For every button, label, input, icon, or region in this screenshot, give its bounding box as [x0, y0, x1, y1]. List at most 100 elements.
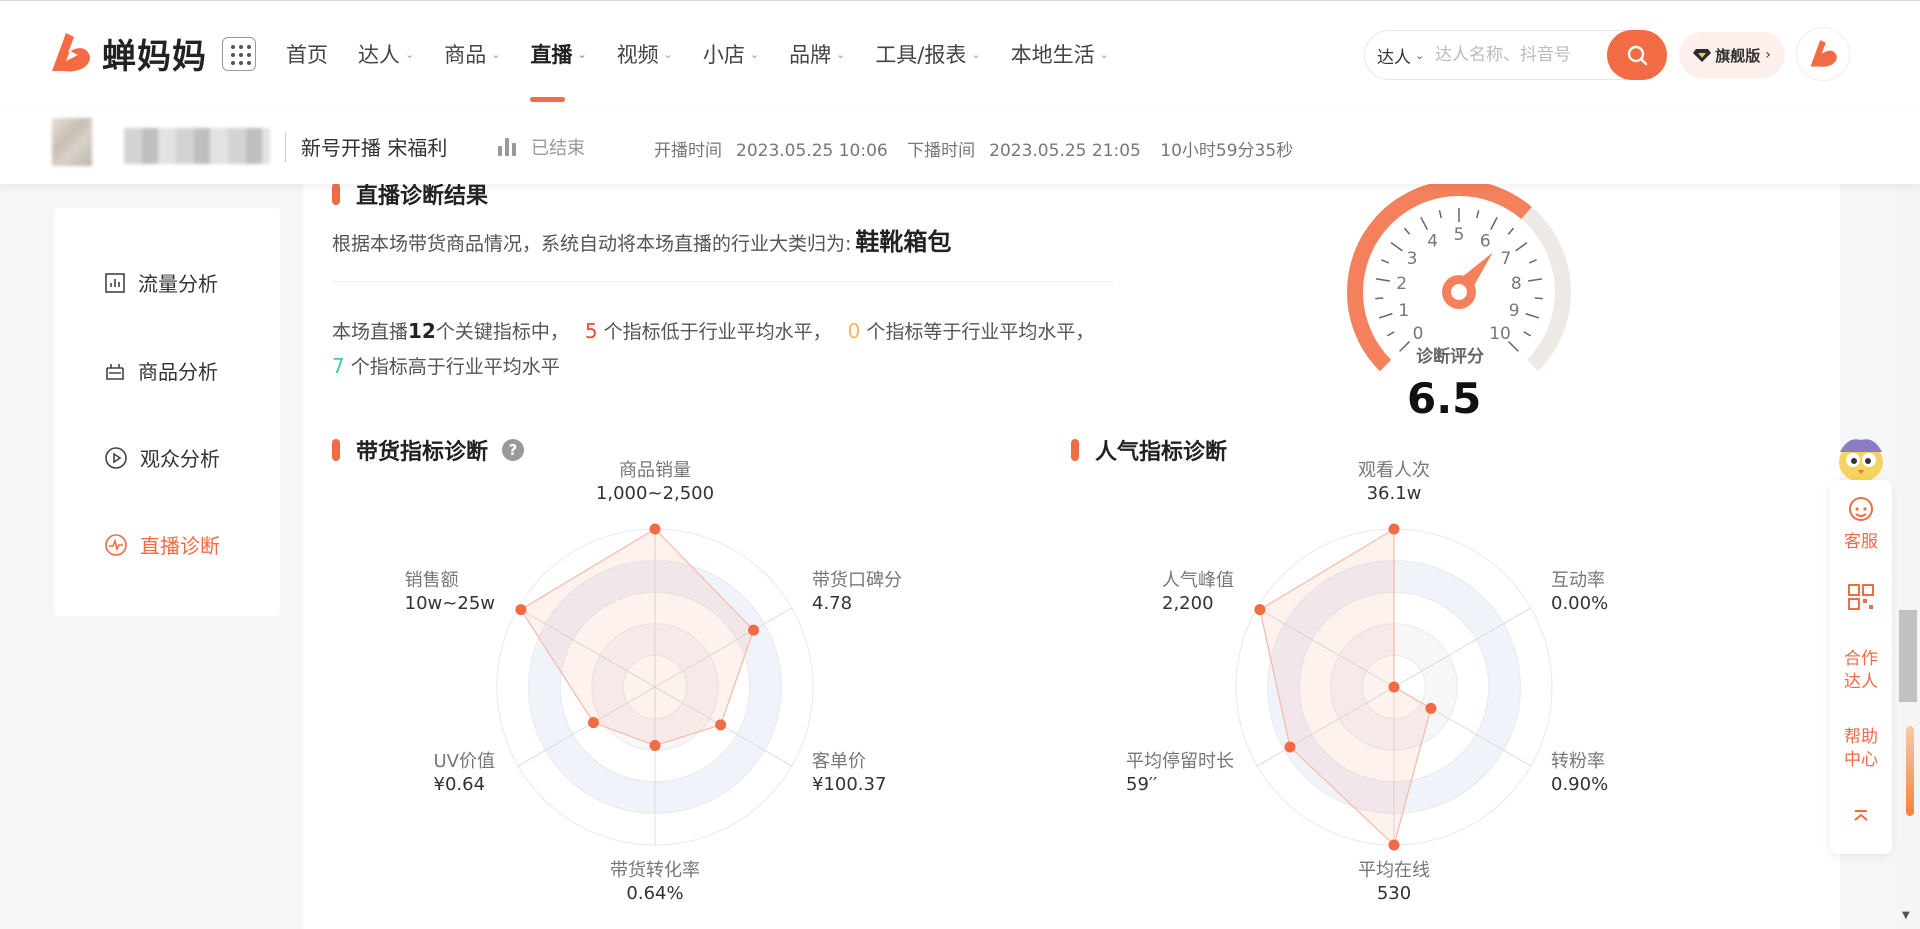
popularity-radar-title: 人气指标诊断 [1071, 434, 1227, 466]
nav-item-5[interactable]: 小店 ⌄ [703, 38, 759, 70]
radar-label-1: 带货口碑分 4.78 [812, 570, 902, 614]
gauge-tick-label: 9 [1509, 301, 1520, 321]
radar-point-4[interactable] [587, 717, 599, 729]
gauge-tick [1523, 331, 1532, 337]
radar-point-2[interactable] [715, 719, 727, 731]
live-header: 新号开播 宋福利 已结束 开播时间 2023.05.25 10:06 下播时间 20… [0, 106, 1920, 184]
apps-grid-icon[interactable] [222, 37, 256, 71]
radar-point-3[interactable] [649, 739, 661, 751]
radar-point-3[interactable] [1388, 839, 1400, 851]
user-avatar[interactable] [1796, 27, 1850, 81]
qrcode-button[interactable] [1830, 582, 1892, 619]
back-to-top-button[interactable] [1830, 806, 1892, 831]
diamond-icon [1693, 49, 1712, 62]
sidebar-item-goods[interactable]: 商品分析 [104, 356, 218, 385]
chevron-down-icon: ⌄ [577, 47, 587, 61]
nav-item-1[interactable]: 达人 ⌄ [358, 38, 414, 70]
nav-item-7[interactable]: 工具/报表 ⌄ [875, 38, 980, 70]
chevron-down-icon: ⌄ [663, 47, 673, 61]
chevron-down-icon: ⌄ [1415, 48, 1425, 62]
radar-point-0[interactable] [1388, 523, 1400, 535]
partner-button[interactable]: 合作达人 [1830, 648, 1892, 694]
scrollbar[interactable] [1897, 184, 1920, 929]
gauge-tick [1438, 210, 1442, 219]
goods-icon [106, 363, 124, 380]
gauge-tick-label: 3 [1407, 249, 1418, 269]
chevron-down-icon: ⌄ [836, 47, 846, 61]
radar-label-5: 销售额 10w~25w [404, 570, 495, 614]
gauge-tick-label: 4 [1427, 231, 1438, 251]
gauge-tick-label: 10 [1489, 324, 1511, 344]
nav-item-6[interactable]: 品牌 ⌄ [789, 38, 845, 70]
search-icon [1627, 45, 1648, 66]
popularity-radar-chart [1235, 523, 1553, 851]
chevron-down-icon: ⌄ [749, 47, 760, 61]
industry-intro: 根据本场带货商品情况，系统自动将本场直播的行业大类归为: 鞋靴箱包 [332, 228, 952, 256]
gauge-tick-label: 6 [1480, 231, 1491, 251]
qrcode-icon [1848, 584, 1874, 610]
search-input[interactable] [1435, 45, 1605, 65]
sales-radar-title: 带货指标诊断 ? [332, 434, 525, 466]
nav-item-3[interactable]: 直播 ⌄ [530, 38, 587, 102]
cicada-logo-icon [52, 33, 90, 72]
vip-badge-button[interactable]: 旗舰版 › [1679, 32, 1785, 78]
nav-item-0[interactable]: 首页 [286, 38, 328, 70]
radar-point-4[interactable] [1284, 741, 1296, 753]
floating-toolbar: 客服 合作达人 帮助中心 [1830, 480, 1892, 854]
sales-radar-chart [496, 523, 814, 846]
radar-label-2: 客单价 ¥100.37 [812, 751, 887, 795]
gauge-tick [1386, 331, 1395, 337]
gauge-tick-label: 7 [1501, 249, 1512, 269]
cicada-avatar-icon [1810, 40, 1837, 67]
header-divider [285, 132, 286, 162]
sidebar-item-diagnosis[interactable]: 直播诊断 [104, 530, 220, 559]
brand-logo[interactable]: 蝉妈妈 [44, 27, 207, 79]
chevron-down-icon: ⌄ [405, 47, 415, 61]
sidebar-item-traffic[interactable]: 流量分析 [104, 268, 218, 297]
section-divider [332, 281, 1114, 282]
nav-item-8[interactable]: 本地生活 ⌄ [1011, 38, 1109, 70]
radar-point-1[interactable] [748, 624, 760, 636]
radar-label-2: 转粉率 0.90% [1551, 751, 1609, 795]
mascot-icon[interactable] [1828, 430, 1894, 486]
headset-icon [1849, 497, 1873, 521]
search-type-select[interactable]: 达人 ⌄ [1365, 43, 1435, 68]
radar-point-2[interactable] [1425, 702, 1437, 714]
gauge-tick [1525, 312, 1540, 319]
radar-label-0: 商品销量 1,000~2,500 [595, 460, 715, 504]
gauge-tick [1390, 242, 1403, 252]
top-navbar: 蝉妈妈 首页 达人 ⌄ 商品 ⌄ 直播 ⌄ 视频 ⌄ 小店 ⌄ 品牌 ⌄ 工具/报表 ⌄ 本地生活 ⌄ 达人 ⌄ … [0, 0, 1920, 106]
gauge-tick [1528, 278, 1543, 282]
help-center-button[interactable]: 帮助中心 [1830, 726, 1892, 772]
radar-label-0: 观看人次 36.1w [1358, 460, 1430, 504]
gauge-tick [1378, 312, 1393, 319]
live-title: 新号开播 宋福利 [301, 136, 448, 160]
sidebar-item-audience[interactable]: 观众分析 [104, 443, 220, 472]
radar-label-1: 互动率 0.00% [1551, 570, 1609, 614]
gauge-hub-center [1451, 284, 1467, 300]
brand-name: 蝉妈妈 [102, 36, 207, 77]
diagnosis-panel: 直播诊断结果 根据本场带货商品情况，系统自动将本场直播的行业大类归为: 鞋靴箱包 … [303, 184, 1840, 929]
diagnosis-result-title: 直播诊断结果 [332, 184, 488, 210]
gauge-tick-label: 0 [1413, 324, 1424, 344]
gauge-tick [1515, 242, 1528, 252]
help-icon[interactable]: ? [502, 439, 525, 461]
streamer-avatar-blurred [52, 118, 92, 166]
search-button[interactable] [1607, 30, 1667, 80]
pulse-icon [105, 533, 127, 556]
customer-service-button[interactable]: 客服 [1830, 494, 1892, 554]
radar-label-5: 人气峰值 2,200 [1162, 570, 1234, 614]
radar-point-5[interactable] [515, 604, 527, 616]
radar-label-4: UV价值 ¥0.64 [433, 751, 496, 795]
gauge-tick [1534, 297, 1543, 300]
gauge-tick [1420, 216, 1428, 230]
radar-point-5[interactable] [1254, 604, 1266, 616]
scrollbar-thumb[interactable] [1899, 610, 1917, 702]
arrow-up-icon [1854, 810, 1868, 821]
radar-label-3: 平均在线 530 [1358, 860, 1430, 904]
nav-item-2[interactable]: 商品 ⌄ [444, 38, 500, 70]
nav-item-4[interactable]: 视频 ⌄ [617, 38, 673, 70]
scroll-down-arrow-icon[interactable]: ▼ [1902, 910, 1910, 921]
radar-point-1[interactable] [1388, 681, 1400, 693]
radar-point-0[interactable] [649, 523, 661, 535]
